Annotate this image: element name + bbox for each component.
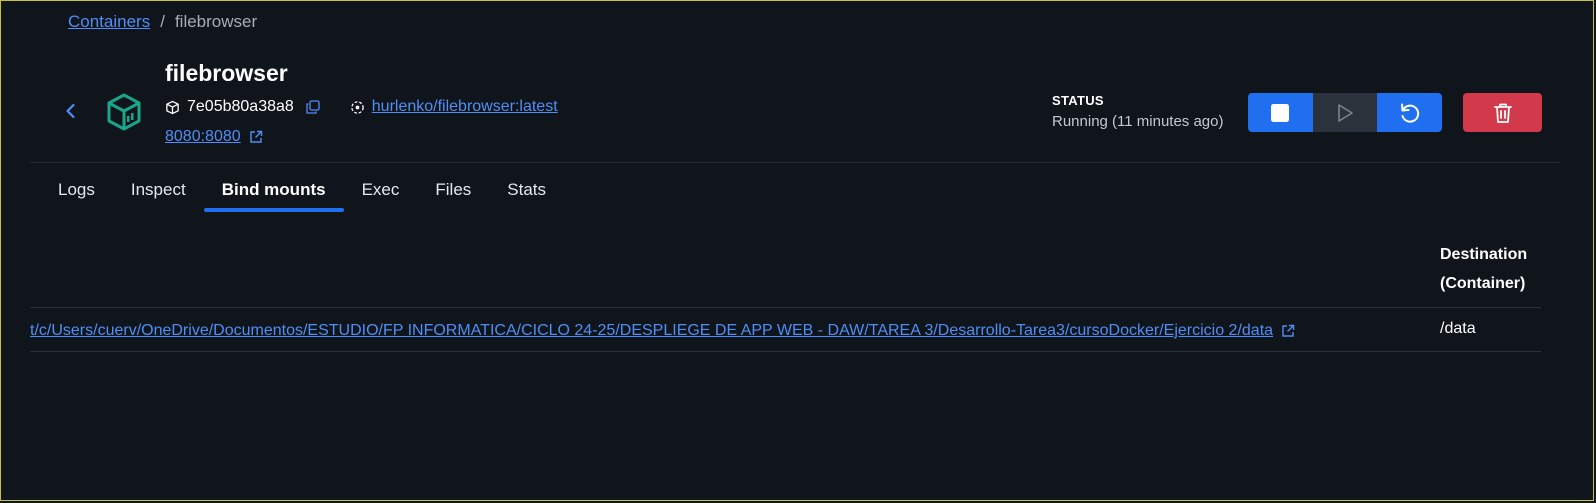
copy-icon[interactable]	[306, 100, 320, 114]
table-row: t/c/Users/cuerv/OneDrive/Documentos/ESTU…	[30, 319, 1541, 343]
destination-path: /data	[1440, 320, 1476, 337]
port-row: 8080:8080	[165, 128, 263, 146]
breadcrumb: Containers / filebrowser	[68, 12, 257, 32]
container-actions	[1248, 93, 1442, 132]
destination-column-header[interactable]: Destination (Container)	[1440, 240, 1527, 298]
header-divider	[30, 162, 1560, 163]
box-icon	[166, 100, 179, 114]
table-header-divider	[30, 307, 1541, 308]
container-cube-icon	[107, 93, 141, 131]
tab-inspect[interactable]: Inspect	[113, 172, 204, 212]
image-link[interactable]: hurlenko/filebrowser:latest	[372, 98, 558, 116]
image-link-wrapper: hurlenko/filebrowser:latest	[350, 98, 558, 116]
trash-icon	[1493, 103, 1512, 123]
tab-logs[interactable]: Logs	[40, 172, 113, 212]
breadcrumb-separator: /	[160, 12, 165, 31]
chevron-left-icon[interactable]	[62, 102, 80, 120]
start-button[interactable]	[1312, 93, 1378, 132]
tab-stats[interactable]: Stats	[489, 172, 564, 212]
breadcrumb-current: filebrowser	[174, 12, 258, 31]
status-value: Running (11 minutes ago)	[1052, 113, 1224, 130]
tab-bind-mounts[interactable]: Bind mounts	[203, 172, 344, 212]
table-row-divider	[30, 351, 1541, 352]
stop-icon	[1271, 103, 1289, 122]
status-block: STATUS Running (11 minutes ago)	[1052, 93, 1224, 130]
external-link-icon[interactable]	[249, 130, 263, 144]
destination-header-line1: Destination	[1440, 246, 1528, 263]
external-link-icon[interactable]	[1281, 324, 1295, 338]
container-name: filebrowser	[165, 60, 288, 86]
restart-button[interactable]	[1378, 93, 1442, 132]
source-path-link[interactable]: t/c/Users/cuerv/OneDrive/Documentos/ESTU…	[30, 322, 1273, 340]
restart-icon	[1401, 103, 1420, 123]
stop-button[interactable]	[1248, 93, 1312, 132]
destination-header-line2: (Container)	[1440, 275, 1526, 292]
tab-exec[interactable]: Exec	[344, 172, 418, 212]
tab-files[interactable]: Files	[417, 172, 489, 212]
container-id: 7e05b80a38a8	[187, 98, 294, 115]
container-meta-row: 7e05b80a38a8 hurlenko/filebrowser:latest	[165, 98, 558, 116]
breadcrumb-containers-link[interactable]: Containers	[68, 12, 150, 32]
image-icon	[351, 100, 364, 114]
delete-button[interactable]	[1463, 93, 1542, 132]
tab-bar: Logs Inspect Bind mounts Exec Files Stat…	[40, 172, 564, 212]
port-link[interactable]: 8080:8080	[165, 128, 241, 146]
play-icon	[1338, 103, 1353, 122]
status-label: STATUS	[1052, 93, 1104, 108]
